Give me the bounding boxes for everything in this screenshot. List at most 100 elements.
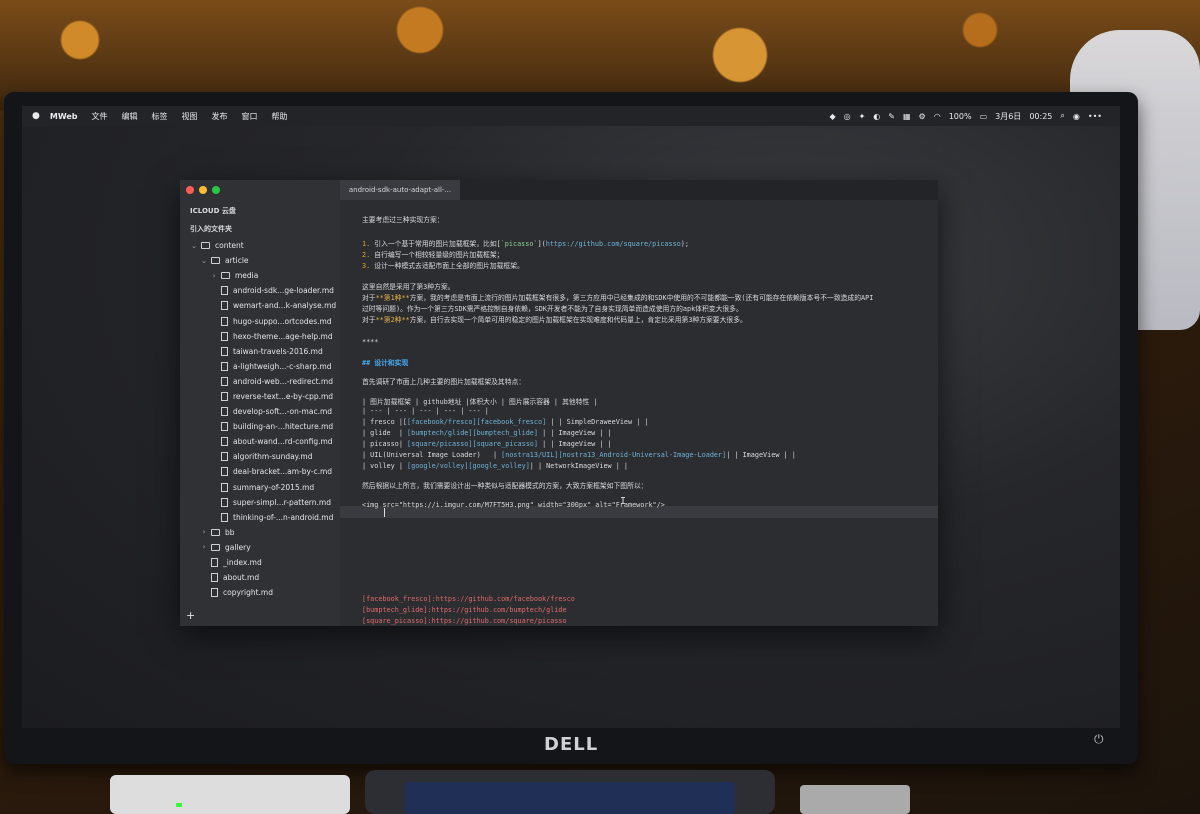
text-span: [nostra13/UIL] [501,451,559,459]
battery-icon[interactable]: ▭ [980,112,988,121]
apple-menu-icon[interactable]: ● [32,111,40,121]
tree-file[interactable]: android-sdk...ge-loader.md [180,283,340,298]
tree-file[interactable]: reverse-text...e-by-cpp.md [180,389,340,404]
add-button[interactable]: + [186,609,195,622]
menu-help[interactable]: 帮助 [272,111,288,122]
tree-file[interactable]: algorithm-sunday.md [180,449,340,464]
tree-folder[interactable]: ⌄ content [180,238,340,253]
monitor-stand [365,770,775,814]
document-icon [221,452,228,462]
tree-folder[interactable]: ⌄ article [180,253,340,268]
text-span: | --- | --- | --- | --- | --- | [362,407,489,415]
disclosure-chevron-icon[interactable]: ⌄ [200,257,208,265]
tree-file[interactable]: building-an-...hitecture.md [180,419,340,434]
tree-file[interactable]: android-web...-redirect.md [180,374,340,389]
tree-file[interactable]: super-simpl...r-pattern.md [180,495,340,510]
tree-file[interactable]: develop-soft...-on-mac.md [180,404,340,419]
tree-item-label: android-web...-redirect.md [233,376,333,386]
editor-line: | volley | [google/volley][google_volley… [362,462,628,470]
menu-window[interactable]: 窗口 [242,111,258,122]
status-icon-2[interactable]: ✦ [859,112,866,121]
user-icon[interactable]: ◉ [1073,112,1080,121]
editor-line: | glide | [bumptech/glide][bumptech_glid… [362,429,612,437]
editor-line: **** [362,338,378,346]
zoom-button[interactable] [212,186,220,194]
disclosure-chevron-icon[interactable]: ⌄ [190,242,198,250]
dropbox-icon[interactable]: ◆ [829,112,835,121]
text-span: | fresco |[ [362,418,408,426]
disclosure-chevron-icon[interactable]: › [210,272,218,280]
menu-edit[interactable]: 编辑 [122,111,138,122]
tree-folder[interactable]: › media [180,268,340,283]
time[interactable]: 00:25 [1029,112,1052,121]
status-icon-1[interactable]: ◎ [844,112,851,121]
screen: ● MWeb 文件 编辑 标签 视图 发布 窗口 帮助 ◆ ◎ ✦ ◐ ✎ ▦ … [22,106,1120,728]
imported-folders-title[interactable]: 引入的文件夹 [190,224,232,234]
status-icon-3[interactable]: ◐ [873,112,880,121]
tree-file[interactable]: deal-bracket...am-by-c.md [180,464,340,479]
close-button[interactable] [186,186,194,194]
menu-view[interactable]: 视图 [182,111,198,122]
tree-file[interactable]: about-wand...rd-config.md [180,434,340,449]
tree-item-label: content [215,241,244,251]
icloud-section-title[interactable]: ICLOUD 云盘 [190,206,236,216]
tree-item-label: android-sdk...ge-loader.md [233,286,334,296]
tree-file[interactable]: hugo-suppo...ortcodes.md [180,313,340,328]
status-icon-5[interactable]: ▦ [903,112,911,121]
wifi-icon[interactable]: ◠ [934,112,941,121]
folder-icon [211,257,220,265]
document-icon [221,316,228,326]
tree-item-label: _index.md [223,558,262,568]
tree-file[interactable]: a-lightweigh...-c-sharp.md [180,359,340,374]
tree-file[interactable]: summary-of-2015.md [180,480,340,495]
menu-publish[interactable]: 发布 [212,111,228,122]
menu-file[interactable]: 文件 [92,111,108,122]
text-span: [facebook_fresco]:https://github.com/fac… [362,595,575,603]
text-span: 首先调研了市面上几种主要的图片加载框架及其特点： [362,378,526,386]
document-icon [221,286,228,296]
battery-percent[interactable]: 100% [949,112,972,121]
text-span: 这里自然是采用了第3种方案。 [362,283,455,291]
tablet-screen [405,782,735,814]
text-span: [google_volley] [468,462,530,470]
disclosure-chevron-icon[interactable]: › [200,528,208,536]
markdown-editor[interactable]: I 主要考虑过三种实现方案： 1. 引入一个基于常用的图片加载框架，比如[`pic… [340,200,938,626]
tree-file[interactable]: hexo-theme...age-help.md [180,329,340,344]
tree-item-label: deal-bracket...am-by-c.md [233,467,333,477]
search-icon[interactable]: ⌕ [1060,111,1064,121]
tree-file[interactable]: copyright.md [180,585,340,600]
tree-file[interactable]: _index.md [180,555,340,570]
file-tree: ⌄ content ⌄ article › media android-sdk...ge-l… [180,238,340,600]
document-icon [221,391,228,401]
tree-file[interactable]: about.md [180,570,340,585]
control-menu[interactable]: ••• [1088,112,1102,121]
status-icon-6[interactable]: ⚙ [919,112,926,121]
document-icon [211,588,218,598]
editor-line: 3. 设计一种模式去适配市面上全部的图片加载框架。 [362,260,524,270]
editor-line: 然后根据以上所言，我们需要设计出一种类似与适配器模式的方案，大致方案框架如下图所… [362,480,647,490]
menu-tags[interactable]: 标签 [152,111,168,122]
text-span: 自行编写一个相较轻量级的图片加载框架； [374,251,504,259]
text-caret [384,508,385,517]
tree-file[interactable]: thinking-of-...n-android.md [180,510,340,525]
document-icon [221,482,228,492]
tree-folder[interactable]: › bb [180,525,340,540]
document-icon [221,467,228,477]
editor-line: [square_picasso]:https://github.com/squa… [362,617,567,625]
date[interactable]: 3月6日 [995,111,1021,122]
status-icon-4[interactable]: ✎ [888,112,895,121]
tab-document[interactable]: android-sdk-auto-adapt-all-... [340,180,460,200]
tree-file[interactable]: taiwan-travels-2016.md [180,344,340,359]
tree-folder[interactable]: › gallery [180,540,340,555]
folder-icon [211,543,220,551]
menu-bar: ● MWeb 文件 编辑 标签 视图 发布 窗口 帮助 ◆ ◎ ✦ ◐ ✎ ▦ … [22,106,1120,126]
tree-file[interactable]: wemart-and...k-analyse.md [180,298,340,313]
document-icon [221,331,228,341]
led-indicator [176,803,182,807]
disclosure-chevron-icon[interactable]: › [200,543,208,551]
power-button-icon[interactable]: ⏻ [1094,732,1104,747]
menu-app-name[interactable]: MWeb [50,112,78,121]
status-area: ◆ ◎ ✦ ◐ ✎ ▦ ⚙ ◠ 100% ▭ 3月6日 00:25 ⌕ ◉ ••… [829,106,1102,126]
tree-item-label: building-an-...hitecture.md [233,422,334,432]
minimize-button[interactable] [199,186,207,194]
